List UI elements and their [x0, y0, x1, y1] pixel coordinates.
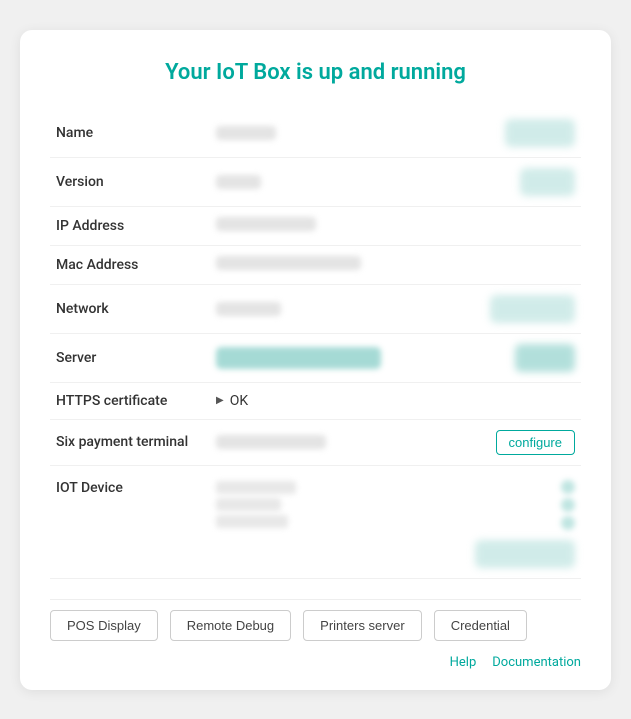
server-label: Server — [50, 333, 210, 382]
iot-device-value — [210, 465, 581, 578]
footer-buttons: POS Display Remote Debug Printers server… — [50, 599, 581, 641]
triangle-icon: ▶ — [216, 395, 224, 406]
info-table: Name Version IP Address — [50, 109, 581, 579]
documentation-link[interactable]: Documentation — [492, 655, 581, 670]
network-row: Network — [50, 284, 581, 333]
footer-links: Help Documentation — [50, 655, 581, 670]
name-label: Name — [50, 109, 210, 158]
name-value — [210, 109, 581, 158]
mac-address-value — [210, 245, 581, 284]
name-row: Name — [50, 109, 581, 158]
remote-debug-button[interactable]: Remote Debug — [170, 610, 291, 641]
version-row: Version — [50, 157, 581, 206]
printers-server-button[interactable]: Printers server — [303, 610, 422, 641]
iot-device-row: IOT Device — [50, 465, 581, 578]
six-payment-row: Six payment terminal configure — [50, 419, 581, 465]
network-label: Network — [50, 284, 210, 333]
ip-address-label: IP Address — [50, 206, 210, 245]
six-payment-label: Six payment terminal — [50, 419, 210, 465]
https-certificate-value: ▶ OK — [210, 382, 581, 419]
iot-device-label: IOT Device — [50, 465, 210, 578]
pos-display-button[interactable]: POS Display — [50, 610, 158, 641]
credential-button[interactable]: Credential — [434, 610, 527, 641]
mac-address-row: Mac Address — [50, 245, 581, 284]
page-title: Your IoT Box is up and running — [50, 60, 581, 85]
server-row: Server — [50, 333, 581, 382]
ip-address-value — [210, 206, 581, 245]
https-ok-text: OK — [230, 393, 248, 409]
six-payment-value: configure — [210, 419, 581, 465]
iot-box-card: Your IoT Box is up and running Name Vers… — [20, 30, 611, 690]
help-link[interactable]: Help — [450, 655, 477, 670]
https-certificate-row: HTTPS certificate ▶ OK — [50, 382, 581, 419]
mac-address-label: Mac Address — [50, 245, 210, 284]
version-label: Version — [50, 157, 210, 206]
version-value — [210, 157, 581, 206]
ip-address-row: IP Address — [50, 206, 581, 245]
https-certificate-label: HTTPS certificate — [50, 382, 210, 419]
server-value — [210, 333, 581, 382]
network-value — [210, 284, 581, 333]
configure-button[interactable]: configure — [496, 430, 575, 455]
